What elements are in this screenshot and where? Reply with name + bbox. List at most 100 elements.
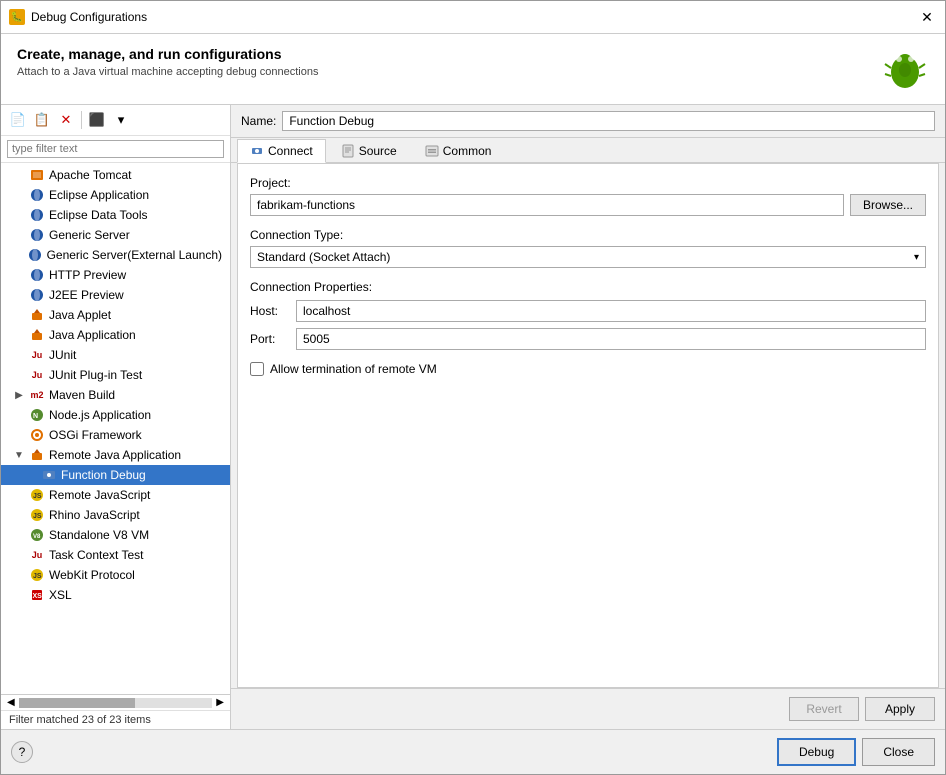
host-input[interactable]	[296, 300, 926, 322]
tree-item-label: Generic Server	[49, 228, 130, 242]
close-window-button[interactable]: ✕	[917, 7, 937, 27]
sidebar-scroll-area[interactable]: ◀ ▶	[1, 694, 230, 710]
copy-config-button[interactable]: 📋	[31, 109, 53, 131]
svg-text:JS: JS	[33, 513, 42, 520]
panel-buttons: Revert Apply	[789, 697, 935, 721]
tab-common[interactable]: Common	[412, 139, 505, 163]
tree-item-remote-java-application[interactable]: ▼ Remote Java Application	[1, 445, 230, 465]
tree-item-generic-server-ext[interactable]: Generic Server(External Launch)	[1, 245, 230, 265]
tab-connect-label: Connect	[268, 144, 313, 158]
tree-item-http-preview[interactable]: HTTP Preview	[1, 265, 230, 285]
tree-item-webkit[interactable]: JS WebKit Protocol	[1, 565, 230, 585]
search-box	[1, 136, 230, 163]
eclipse-data-tools-icon	[29, 207, 45, 223]
port-label: Port:	[250, 332, 290, 346]
allow-termination-checkbox[interactable]	[250, 362, 264, 376]
configuration-tree[interactable]: Apache Tomcat Eclipse Application Eclips…	[1, 163, 230, 694]
port-row: Port:	[250, 328, 926, 350]
apply-button[interactable]: Apply	[865, 697, 935, 721]
tree-item-xsl[interactable]: XS XSL	[1, 585, 230, 605]
expand-icon	[13, 569, 25, 581]
tree-item-label: Eclipse Application	[49, 188, 149, 202]
debug-button[interactable]: Debug	[777, 738, 856, 766]
tree-item-eclipse-data-tools[interactable]: Eclipse Data Tools	[1, 205, 230, 225]
debug-configurations-window: 🐛 Debug Configurations ✕ Create, manage,…	[0, 0, 946, 775]
expand-icon	[13, 409, 25, 421]
tree-item-task-context-test[interactable]: Ju Task Context Test	[1, 545, 230, 565]
help-button[interactable]: ?	[11, 741, 33, 763]
window-title: Debug Configurations	[31, 10, 911, 24]
connection-props-group: Connection Properties: Host: Port:	[250, 280, 926, 350]
filter-button[interactable]: ▾	[110, 109, 132, 131]
tree-item-eclipse-application[interactable]: Eclipse Application	[1, 185, 230, 205]
scroll-left-btn[interactable]: ◀	[7, 697, 15, 708]
tree-item-j2ee-preview[interactable]: J2EE Preview	[1, 285, 230, 305]
project-row: Browse...	[250, 194, 926, 216]
expand-icon	[13, 269, 25, 281]
host-label: Host:	[250, 304, 290, 318]
tree-item-remote-javascript[interactable]: JS Remote JavaScript	[1, 485, 230, 505]
chevron-down-icon: ▾	[914, 252, 919, 263]
connection-type-select[interactable]: Standard (Socket Attach) ▾	[250, 246, 926, 268]
sidebar-toolbar: 📄 📋 ✕ ⬛ ▾	[1, 105, 230, 136]
tree-item-nodejs[interactable]: N Node.js Application	[1, 405, 230, 425]
rhino-icon: JS	[29, 507, 45, 523]
revert-button[interactable]: Revert	[789, 697, 859, 721]
connect-tab-icon	[250, 144, 264, 158]
tree-item-java-application[interactable]: Java Application	[1, 325, 230, 345]
main-area: 📄 📋 ✕ ⬛ ▾ Apache Tomcat	[1, 105, 945, 729]
expand-icon	[13, 169, 25, 181]
window-icon: 🐛	[9, 9, 25, 25]
panel-action-bar: Revert Apply	[231, 688, 945, 729]
tree-item-java-applet[interactable]: Java Applet	[1, 305, 230, 325]
collapse-all-button[interactable]: ⬛	[86, 109, 108, 131]
tree-item-standalone-v8[interactable]: V8 Standalone V8 VM	[1, 525, 230, 545]
remote-js-icon: JS	[29, 487, 45, 503]
port-input[interactable]	[296, 328, 926, 350]
expand-icon	[13, 249, 23, 261]
tree-item-rhino[interactable]: JS Rhino JavaScript	[1, 505, 230, 525]
function-debug-icon	[41, 467, 57, 483]
junit-plugin-icon: Ju	[29, 367, 45, 383]
tab-connect[interactable]: Connect	[237, 139, 326, 163]
name-input[interactable]	[282, 111, 935, 131]
footer-buttons: Debug Close	[777, 738, 935, 766]
name-bar: Name:	[231, 105, 945, 138]
expand-icon	[13, 309, 25, 321]
close-button[interactable]: Close	[862, 738, 935, 766]
tree-item-generic-server[interactable]: Generic Server	[1, 225, 230, 245]
eclipse-application-icon	[29, 187, 45, 203]
connection-type-label: Connection Type:	[250, 228, 926, 242]
tab-source-label: Source	[359, 144, 397, 158]
host-row: Host:	[250, 300, 926, 322]
tree-item-junit[interactable]: Ju JUnit	[1, 345, 230, 365]
expand-icon	[13, 549, 25, 561]
tree-item-junit-plugin[interactable]: Ju JUnit Plug-in Test	[1, 365, 230, 385]
tree-item-label: HTTP Preview	[49, 268, 126, 282]
expand-icon	[13, 209, 25, 221]
allow-termination-label: Allow termination of remote VM	[270, 362, 437, 376]
tab-common-label: Common	[443, 144, 492, 158]
scroll-right-btn[interactable]: ▶	[216, 697, 224, 708]
tree-item-maven-build[interactable]: ▶ m2 Maven Build	[1, 385, 230, 405]
tree-item-osgi[interactable]: OSGi Framework	[1, 425, 230, 445]
project-group: Project: Browse...	[250, 176, 926, 216]
java-application-icon	[29, 327, 45, 343]
horizontal-scrollbar[interactable]	[19, 698, 213, 708]
new-config-button[interactable]: 📄	[7, 109, 29, 131]
project-input[interactable]	[250, 194, 844, 216]
tree-item-function-debug[interactable]: Function Debug	[1, 465, 230, 485]
header-logo	[881, 46, 929, 94]
expand-icon	[13, 289, 25, 301]
connection-type-value: Standard (Socket Attach)	[257, 250, 390, 264]
tab-source[interactable]: Source	[328, 139, 410, 163]
tree-item-apache-tomcat[interactable]: Apache Tomcat	[1, 165, 230, 185]
connect-panel: Project: Browse... Connection Type: Stan…	[237, 163, 939, 688]
delete-config-button[interactable]: ✕	[55, 109, 77, 131]
browse-button[interactable]: Browse...	[850, 194, 926, 216]
generic-server-ext-icon	[27, 247, 43, 263]
tree-item-label: Generic Server(External Launch)	[47, 248, 222, 262]
search-input[interactable]	[7, 140, 224, 158]
xsl-icon: XS	[29, 587, 45, 603]
connection-type-group: Connection Type: Standard (Socket Attach…	[250, 228, 926, 268]
